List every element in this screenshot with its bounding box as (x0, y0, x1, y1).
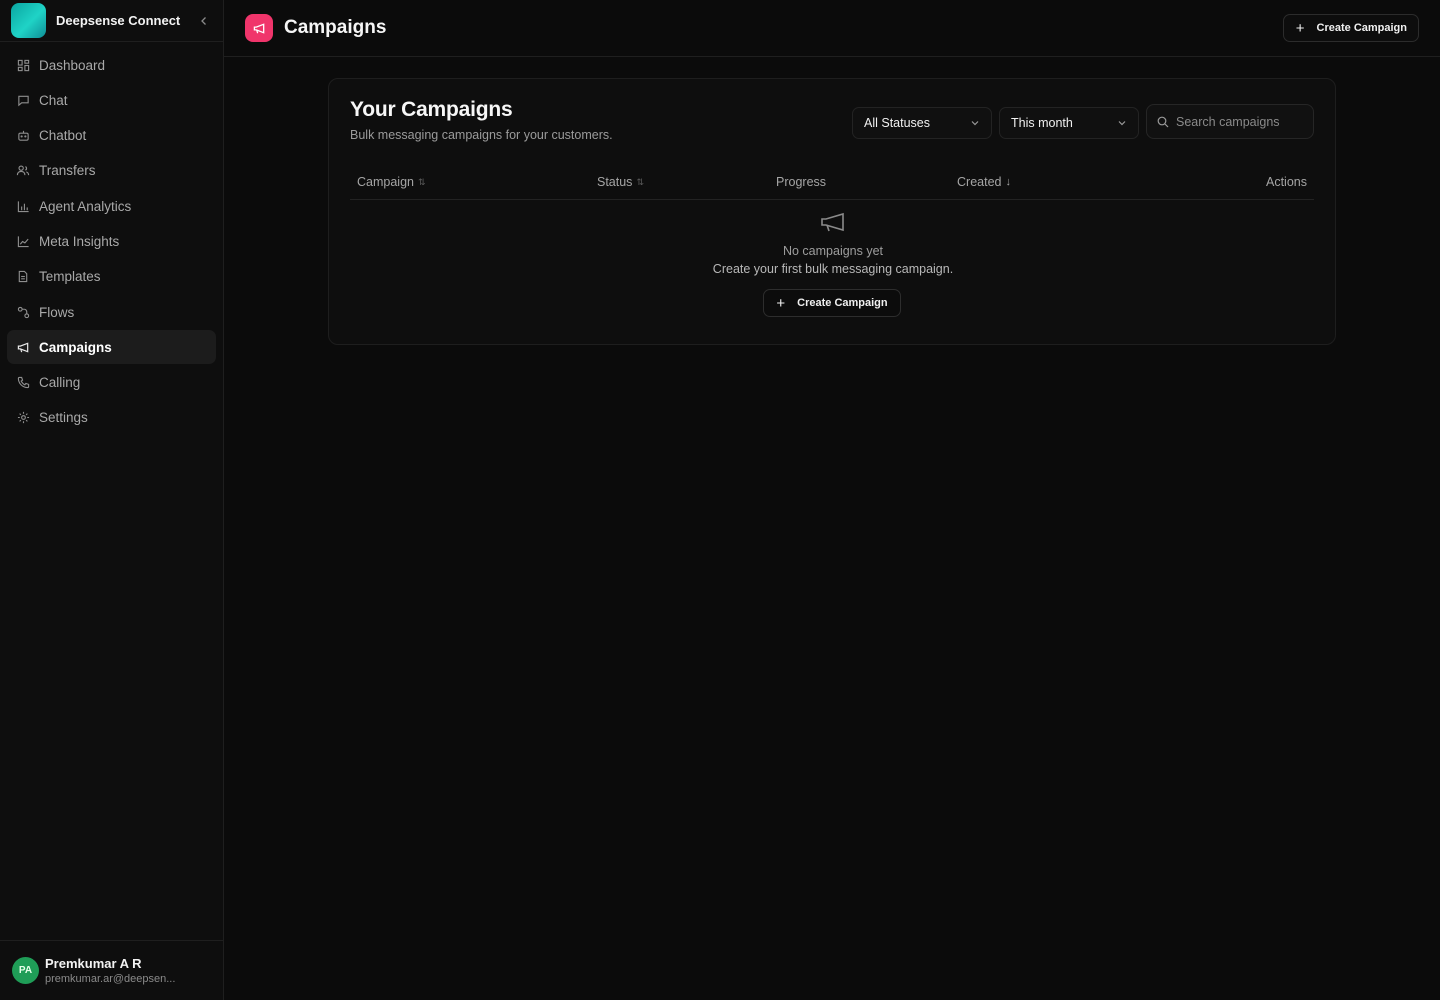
sidebar-item-label: Meta Insights (39, 233, 120, 249)
brand-header: Deepsense Connect (0, 0, 223, 42)
megaphone-icon (819, 211, 847, 238)
user-profile[interactable]: PA Premkumar A R premkumar.ar@deepsen... (0, 940, 223, 1000)
sidebar-item-flows[interactable]: Flows (7, 295, 216, 329)
column-created[interactable]: Created ↓ (957, 175, 1011, 189)
card-title: Your Campaigns (350, 98, 513, 121)
sidebar-item-meta-insights[interactable]: Meta Insights (7, 224, 216, 258)
period-filter-select[interactable]: This month (999, 107, 1139, 139)
sidebar-item-label: Chatbot (39, 128, 87, 144)
card-subtitle: Bulk messaging campaigns for your custom… (350, 128, 613, 142)
sidebar-item-label: Templates (39, 269, 101, 285)
sidebar: Deepsense Connect Dashboard Chat Chatbot… (0, 0, 224, 1000)
empty-create-campaign-button[interactable]: + Create Campaign (763, 289, 901, 317)
flow-icon (16, 305, 30, 319)
campaigns-card: Your Campaigns Bulk messaging campaigns … (328, 78, 1336, 345)
sidebar-item-chat[interactable]: Chat (7, 83, 216, 117)
column-progress: Progress (776, 175, 827, 189)
empty-create-label: Create Campaign (797, 297, 888, 309)
dashboard-icon (16, 58, 30, 72)
chevron-down-icon (970, 118, 980, 128)
status-filter-select[interactable]: All Statuses (852, 107, 992, 139)
table-header: Campaign ⇅ Status ⇅ Progress Created ↓ Acti… (350, 167, 1314, 200)
sidebar-item-agent-analytics[interactable]: Agent Analytics (7, 189, 216, 223)
sidebar-item-label: Chat (39, 92, 68, 108)
app-name: Deepsense Connect (56, 13, 181, 28)
chat-icon (16, 93, 30, 107)
column-campaign[interactable]: Campaign ⇅ (357, 175, 426, 189)
sidebar-item-templates[interactable]: Templates (7, 260, 216, 294)
sidebar-item-label: Agent Analytics (39, 198, 132, 214)
search-box (1146, 104, 1314, 139)
collapse-sidebar-icon[interactable] (196, 13, 212, 29)
period-filter-value: This month (1011, 116, 1073, 130)
search-input[interactable] (1176, 114, 1296, 129)
page-title: Campaigns (284, 17, 387, 38)
sidebar-item-transfers[interactable]: Transfers (7, 154, 216, 188)
column-status[interactable]: Status ⇅ (597, 175, 644, 189)
line-chart-icon (16, 234, 30, 248)
sidebar-item-label: Flows (39, 304, 75, 320)
phone-icon (16, 376, 30, 390)
sort-desc-icon: ↓ (1005, 176, 1011, 188)
sidebar-nav: Dashboard Chat Chatbot Transfers Agent A… (0, 42, 223, 442)
sort-icon: ⇅ (636, 176, 644, 187)
column-actions: Actions (1266, 175, 1307, 189)
sidebar-item-label: Settings (39, 410, 88, 426)
gear-icon (16, 411, 30, 425)
sidebar-item-campaigns[interactable]: Campaigns (7, 330, 216, 365)
sidebar-item-chatbot[interactable]: Chatbot (7, 119, 216, 153)
empty-state-title: No campaigns yet (782, 244, 884, 258)
search-icon (1157, 116, 1169, 128)
status-filter-value: All Statuses (864, 116, 931, 130)
sidebar-item-label: Calling (39, 375, 81, 391)
sidebar-item-label: Dashboard (39, 57, 106, 73)
chevron-down-icon (1117, 118, 1127, 128)
avatar: PA (12, 957, 39, 984)
page-header: Campaigns + Create Campaign (224, 0, 1440, 57)
create-campaign-button[interactable]: + Create Campaign (1282, 14, 1419, 42)
sidebar-item-calling[interactable]: Calling (7, 366, 216, 400)
sidebar-item-dashboard[interactable]: Dashboard (7, 48, 216, 82)
sidebar-item-label: Campaigns (39, 339, 112, 355)
sort-icon: ⇅ (417, 176, 426, 187)
megaphone-icon (16, 340, 30, 354)
bot-icon (16, 129, 30, 143)
create-campaign-label: Create Campaign (1316, 22, 1407, 34)
plus-icon: + (776, 294, 786, 312)
user-email: premkumar.ar@deepsen... (45, 973, 176, 985)
plus-icon: + (1295, 19, 1305, 37)
sidebar-item-label: Transfers (39, 163, 96, 179)
users-icon (16, 164, 30, 178)
sidebar-item-settings[interactable]: Settings (7, 401, 216, 435)
document-icon (16, 270, 30, 284)
empty-state-subtitle: Create your first bulk messaging campaig… (712, 262, 954, 276)
brand-logo[interactable] (11, 3, 46, 38)
megaphone-icon (245, 14, 273, 42)
user-name: Premkumar A R (45, 956, 142, 971)
bar-chart-icon (16, 199, 30, 213)
